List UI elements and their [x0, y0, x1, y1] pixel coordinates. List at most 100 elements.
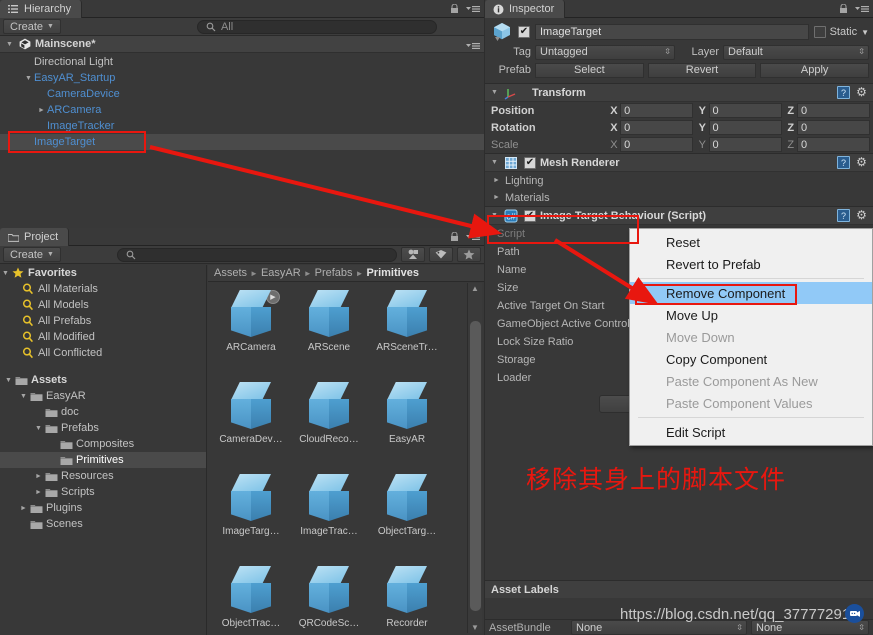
expand-arrow-icon[interactable]: ►	[36, 107, 47, 114]
gameobject-name-field[interactable]: ImageTarget	[535, 24, 809, 40]
asset-item[interactable]: CameraDev…	[212, 380, 290, 472]
expand-arrow-icon[interactable]: ▼	[18, 393, 29, 400]
gear-icon[interactable]: ⚙	[855, 156, 868, 169]
hierarchy-item-arcamera[interactable]: ► ARCamera	[0, 102, 484, 118]
filter-by-label-button[interactable]	[429, 247, 453, 262]
hierarchy-item-imagetracker[interactable]: ·ImageTracker	[0, 118, 484, 134]
project-tree-item-plugins[interactable]: ► Plugins	[0, 500, 206, 516]
prefab-revert-button[interactable]: Revert	[647, 62, 757, 78]
expand-arrow-icon[interactable]: ►	[18, 505, 29, 512]
favorite-all-modified[interactable]: All Modified	[0, 329, 206, 345]
asset-item[interactable]: QRCodeSc…	[290, 564, 368, 635]
hierarchy-create-button[interactable]: Create ▼	[3, 19, 61, 34]
tab-inspector[interactable]: Inspector	[485, 0, 566, 18]
hierarchy-search-input[interactable]: All	[196, 19, 437, 34]
static-toggle[interactable]: Static ▼	[813, 26, 869, 38]
transform-scale-x-field[interactable]: 0	[620, 137, 694, 152]
project-tree-item-easyar[interactable]: ▼ EasyAR	[0, 388, 206, 404]
breadcrumb-item-easyar[interactable]: EasyAR	[261, 267, 301, 279]
expand-arrow-icon[interactable]: ►	[33, 473, 44, 480]
favorites-root[interactable]: ▼ Favorites	[0, 265, 206, 281]
favorite-all-models[interactable]: All Models	[0, 297, 206, 313]
project-search-input[interactable]	[116, 247, 397, 262]
tab-project[interactable]: Project	[0, 228, 70, 246]
menu-item-copy-component[interactable]: Copy Component	[630, 348, 872, 370]
hierarchy-item-imagetarget[interactable]: ·ImageTarget	[0, 134, 484, 150]
mesh-renderer-section-materials[interactable]: ► Materials	[485, 189, 873, 206]
expand-arrow-icon[interactable]: ▼	[3, 377, 14, 384]
transform-position-y-field[interactable]: 0	[708, 103, 782, 118]
asset-grid-scrollbar[interactable]: ▲ ▼	[467, 283, 482, 633]
mesh-renderer-component-header[interactable]: ▼ ✔ Mesh Renderer ? ⚙	[485, 153, 873, 172]
scroll-up-arrow[interactable]: ▲	[471, 284, 479, 293]
favorite-star-button[interactable]	[457, 247, 481, 262]
project-tree-item-resources[interactable]: ► Resources	[0, 468, 206, 484]
asset-item[interactable]: ▶ ARCamera	[212, 288, 290, 380]
hierarchy-item-cameradevice[interactable]: ·CameraDevice	[0, 86, 484, 102]
project-create-button[interactable]: Create ▼	[3, 247, 61, 262]
breadcrumb-item-prefabs[interactable]: Prefabs	[315, 267, 353, 279]
panel-menu-icon[interactable]	[466, 230, 480, 244]
lock-icon[interactable]	[447, 2, 461, 16]
asset-item[interactable]: ARSceneTr…	[368, 288, 446, 380]
hierarchy-item-easyar-startup[interactable]: ▼ EasyAR_Startup	[0, 70, 484, 86]
help-icon[interactable]: ?	[837, 86, 850, 99]
transform-foldout-arrow[interactable]: ▼	[489, 89, 500, 96]
asset-item[interactable]: EasyAR	[368, 380, 446, 472]
panel-menu-icon[interactable]	[855, 2, 869, 16]
asset-item[interactable]: ImageTarg…	[212, 472, 290, 564]
menu-item-remove-component[interactable]: Remove Component	[630, 282, 872, 304]
asset-item[interactable]: ImageTrac…	[290, 472, 368, 564]
tag-dropdown[interactable]: Untagged ⇳	[535, 44, 675, 60]
transform-scale-z-field[interactable]: 0	[797, 137, 871, 152]
asset-item[interactable]: Recorder	[368, 564, 446, 635]
favorite-all-materials[interactable]: All Materials	[0, 281, 206, 297]
mesh-renderer-section-lighting[interactable]: ► Lighting	[485, 172, 873, 189]
expand-arrow-icon[interactable]: ▼	[23, 75, 34, 82]
scene-menu-icon[interactable]	[466, 39, 480, 53]
project-tree-item-scenes[interactable]: · Scenes	[0, 516, 206, 532]
scrollbar-thumb[interactable]	[470, 321, 481, 611]
scroll-down-arrow[interactable]: ▼	[471, 623, 479, 632]
transform-rotation-y-field[interactable]: 0	[708, 120, 782, 135]
project-tree-item-assets[interactable]: ▼ Assets	[0, 372, 206, 388]
transform-position-x-field[interactable]: 0	[620, 103, 694, 118]
transform-component-header[interactable]: ▼ Transform ? ⚙	[485, 83, 873, 102]
prefab-apply-button[interactable]: Apply	[760, 62, 870, 78]
favorite-all-conflicted[interactable]: All Conflicted	[0, 345, 206, 361]
lock-icon[interactable]	[836, 2, 850, 16]
gameobject-enabled-checkbox[interactable]: ✔	[518, 26, 530, 38]
lock-icon[interactable]	[447, 230, 461, 244]
expand-arrow-icon[interactable]: ►	[33, 489, 44, 496]
project-tree-item-prefabs[interactable]: ▼ Prefabs	[0, 420, 206, 436]
expand-arrow-icon[interactable]: ▼	[33, 425, 44, 432]
menu-item-reset[interactable]: Reset	[630, 231, 872, 253]
asset-item[interactable]: CloudReco…	[290, 380, 368, 472]
gear-icon[interactable]: ⚙	[855, 86, 868, 99]
panel-menu-icon[interactable]	[466, 2, 480, 16]
static-checkbox[interactable]	[813, 26, 826, 38]
component-context-menu[interactable]: Reset Revert to Prefab Remove Component Mov…	[629, 228, 873, 446]
asset-item[interactable]: ObjectTarg…	[368, 472, 446, 564]
prefab-select-button[interactable]: Select	[535, 62, 644, 78]
transform-position-z-field[interactable]: 0	[797, 103, 871, 118]
transform-rotation-z-field[interactable]: 0	[797, 120, 871, 135]
project-tree-item-composites[interactable]: · Composites	[0, 436, 206, 452]
script-foldout-arrow[interactable]: ▼	[489, 212, 500, 219]
help-icon[interactable]: ?	[837, 209, 850, 222]
favorite-all-prefabs[interactable]: All Prefabs	[0, 313, 206, 329]
layer-dropdown[interactable]: Default ⇳	[723, 44, 869, 60]
chevron-down-icon[interactable]: ▼	[861, 28, 869, 37]
project-tree-item-primitives[interactable]: · Primitives	[0, 452, 206, 468]
tab-hierarchy[interactable]: Hierarchy	[0, 0, 83, 18]
script-enabled-checkbox[interactable]: ✔	[524, 209, 536, 222]
breadcrumb-item-primitives[interactable]: Primitives	[366, 267, 419, 279]
transform-rotation-x-field[interactable]: 0	[620, 120, 694, 135]
menu-item-move-up[interactable]: Move Up	[630, 304, 872, 326]
menu-item-edit-script[interactable]: Edit Script	[630, 421, 872, 443]
gear-icon[interactable]: ⚙	[855, 209, 868, 222]
transform-scale-y-field[interactable]: 0	[708, 137, 782, 152]
expand-arrow-icon[interactable]: ►	[491, 177, 502, 184]
project-tree-item-doc[interactable]: · doc	[0, 404, 206, 420]
scene-expand-arrow[interactable]: ▼	[4, 41, 15, 48]
